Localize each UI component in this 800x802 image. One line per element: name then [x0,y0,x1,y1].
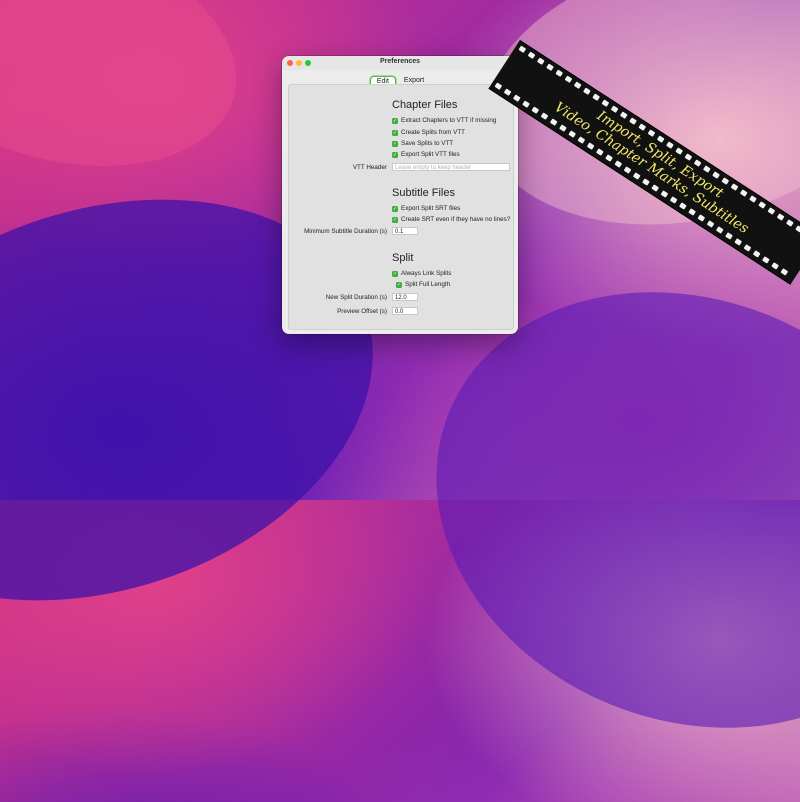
checkbox-export-split-vtt[interactable]: ✓ Export Split VTT files [392,151,460,158]
checkmark-icon: ✓ [392,216,398,223]
wallpaper-wave [0,0,263,203]
checkbox-extract-chapters[interactable]: ✓ Extract Chapters to VTT if missing [392,117,496,124]
vtt-header-label: VTT Header [352,164,387,171]
subtitle-files-heading: Subtitle Files [392,187,455,199]
window-titlebar[interactable]: Preferences [282,56,518,70]
checkbox-label: Export Split VTT files [401,151,460,158]
checkbox-split-full-length[interactable]: ✓ Split Full Length [396,281,450,288]
checkmark-icon: ✓ [396,281,402,288]
checkbox-label: Save Splits to VTT [401,140,454,147]
checkmark-icon: ✓ [392,151,398,158]
checkbox-create-srt-no-lines[interactable]: ✓ Create SRT even if they have no lines? [392,216,510,223]
checkbox-save-splits-to-vtt[interactable]: ✓ Save Splits to VTT [392,140,453,147]
checkbox-label: Split Full Length [405,281,451,288]
edit-panel: Chapter Files ✓ Extract Chapters to VTT … [288,84,514,330]
window-title: Preferences [379,58,421,65]
min-subtitle-duration-input[interactable]: 0.1 [392,227,418,235]
new-split-duration-input[interactable]: 12.0 [392,293,418,301]
checkbox-export-split-srt[interactable]: ✓ Export Split SRT files [392,205,460,212]
checkbox-label: Export Split SRT files [401,205,461,212]
min-subtitle-duration-label: Minimum Subtitle Duration (s) [304,228,387,235]
checkmark-icon: ✓ [392,270,398,277]
checkbox-label: Extract Chapters to VTT if missing [401,117,497,124]
checkmark-icon: ✓ [392,129,398,136]
checkbox-label: Always Link Splits [401,270,452,277]
checkmark-icon: ✓ [392,140,398,147]
new-split-duration-label: New Split Duration (s) [325,294,387,301]
preferences-window: Preferences Edit Export Chapter Files ✓ … [282,56,518,334]
preview-offset-label: Preview Offset (s) [337,308,387,315]
checkbox-always-link-splits[interactable]: ✓ Always Link Splits [392,270,451,277]
chapter-files-heading: Chapter Files [392,99,458,111]
checkmark-icon: ✓ [392,117,398,124]
split-heading: Split [392,252,414,264]
checkbox-label: Create Splits from VTT [401,129,466,136]
checkbox-label: Create SRT even if they have no lines? [401,216,511,223]
checkbox-create-splits-from-vtt[interactable]: ✓ Create Splits from VTT [392,129,465,136]
vtt-header-input[interactable]: Leave empty to keep header [392,163,510,171]
preview-offset-input[interactable]: 0.0 [392,307,418,315]
checkmark-icon: ✓ [392,205,398,212]
